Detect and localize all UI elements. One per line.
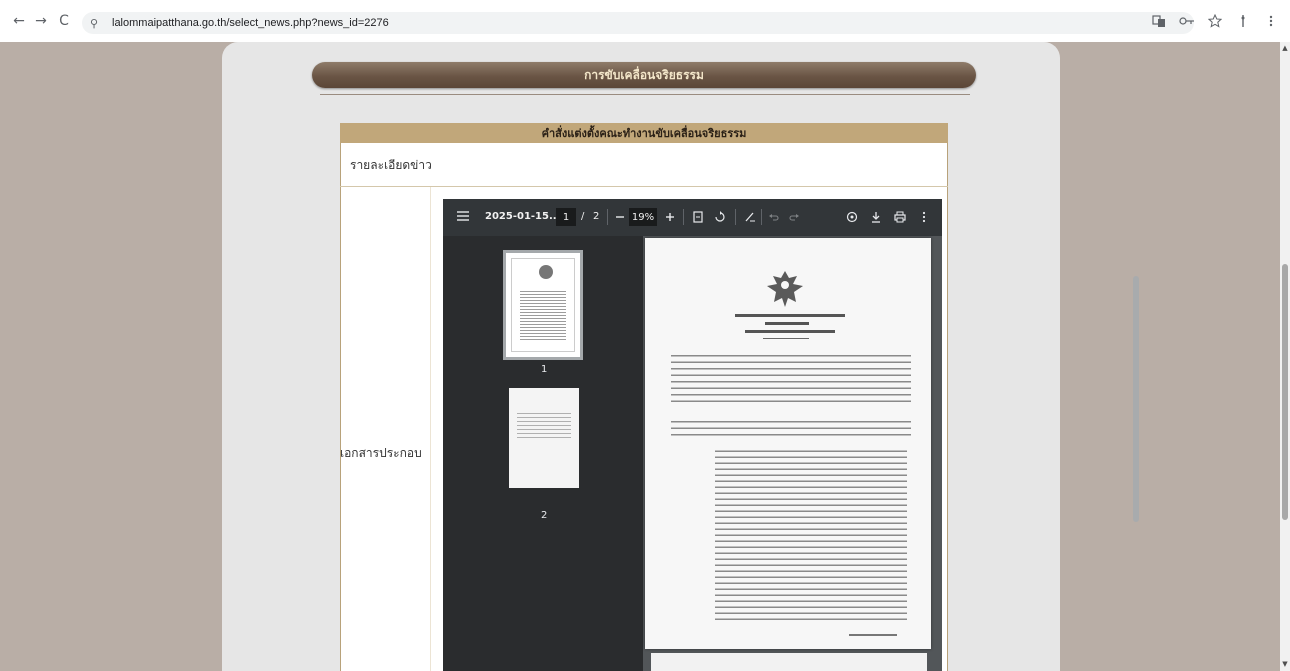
- pdf-page-1: [645, 238, 931, 649]
- extension-icon[interactable]: [1234, 12, 1252, 30]
- page-scrollbar-thumb[interactable]: [1282, 264, 1288, 520]
- thumbnail-label: 2: [541, 510, 548, 521]
- back-icon[interactable]: ←: [8, 10, 30, 32]
- garuda-emblem-icon: [767, 271, 803, 307]
- page-number-input[interactable]: 1: [556, 208, 576, 226]
- news-title: คำสั่งแต่งตั้งคณะทำงานขับเคลื่อนจริยธรรม: [541, 127, 747, 140]
- page-scrollbar[interactable]: ▲ ▼: [1280, 42, 1290, 671]
- zoom-out-icon[interactable]: [611, 208, 629, 226]
- pdf-viewer[interactable]: 2025-01-15... 1 / 2 19% 1 2: [443, 199, 1139, 671]
- site-info-icon[interactable]: ⚲: [90, 17, 108, 30]
- crest-icon: [539, 265, 553, 279]
- translate-icon[interactable]: [1150, 12, 1168, 30]
- toolbar-divider: [683, 209, 684, 225]
- pdf-thumbnail-sidebar: 1 2: [443, 236, 643, 671]
- reload-icon[interactable]: C: [53, 10, 75, 32]
- pdf-document-view[interactable]: [643, 236, 1139, 671]
- detail-divider: [340, 186, 948, 187]
- pdf-page-2: [651, 653, 927, 671]
- download-icon[interactable]: [867, 208, 885, 226]
- page-thumbnail-2[interactable]: [509, 388, 579, 488]
- print-icon[interactable]: [891, 208, 909, 226]
- news-title-header: คำสั่งแต่งตั้งคณะทำงานขับเคลื่อนจริยธรรม: [340, 123, 948, 143]
- scroll-up-icon[interactable]: ▲: [1281, 44, 1289, 52]
- scroll-down-icon[interactable]: ▼: [1281, 660, 1289, 668]
- browser-toolbar: ← → C ⚲ lalommaipatthana.go.th/select_ne…: [0, 0, 1290, 42]
- redo-icon[interactable]: [785, 208, 803, 226]
- banner-title: การขับเคลื่อนจริยธรรม: [584, 67, 704, 82]
- undo-icon[interactable]: [765, 208, 783, 226]
- zoom-in-icon[interactable]: [661, 208, 679, 226]
- forward-icon[interactable]: →: [30, 10, 52, 32]
- sidebar-menu-icon[interactable]: [457, 210, 471, 224]
- page-thumbnail-1[interactable]: [503, 250, 583, 360]
- zoom-level-input[interactable]: 19%: [629, 208, 657, 226]
- more-actions-icon[interactable]: [915, 208, 933, 226]
- password-key-icon[interactable]: [1178, 12, 1196, 30]
- thumbnail-label: 1: [541, 364, 548, 375]
- toolbar-divider: [607, 209, 608, 225]
- draw-icon[interactable]: [741, 208, 759, 226]
- address-bar[interactable]: ⚲ lalommaipatthana.go.th/select_news.php…: [82, 12, 1194, 34]
- pdf-toolbar: 2025-01-15... 1 / 2 19%: [443, 199, 942, 236]
- browser-menu-icon[interactable]: [1262, 12, 1280, 30]
- bookmark-star-icon[interactable]: [1206, 12, 1224, 30]
- url-text[interactable]: lalommaipatthana.go.th/select_news.php?n…: [112, 17, 389, 29]
- ai-assistant-icon[interactable]: [843, 208, 861, 226]
- pdf-filename: 2025-01-15...: [485, 211, 561, 222]
- table-cell-divider: [430, 187, 431, 671]
- rotate-icon[interactable]: [711, 208, 729, 226]
- news-detail-label: รายละเอียดข่าว: [350, 158, 432, 172]
- attachments-label: เอกสารประกอบ: [340, 446, 422, 460]
- banner-divider: [320, 94, 970, 95]
- page-separator: /: [581, 211, 585, 222]
- pdf-scrollbar-thumb[interactable]: [1133, 276, 1139, 522]
- page-total: 2: [593, 211, 600, 222]
- toolbar-divider: [761, 209, 762, 225]
- fit-page-icon[interactable]: [689, 208, 707, 226]
- toolbar-divider: [735, 209, 736, 225]
- section-banner: การขับเคลื่อนจริยธรรม: [312, 62, 976, 88]
